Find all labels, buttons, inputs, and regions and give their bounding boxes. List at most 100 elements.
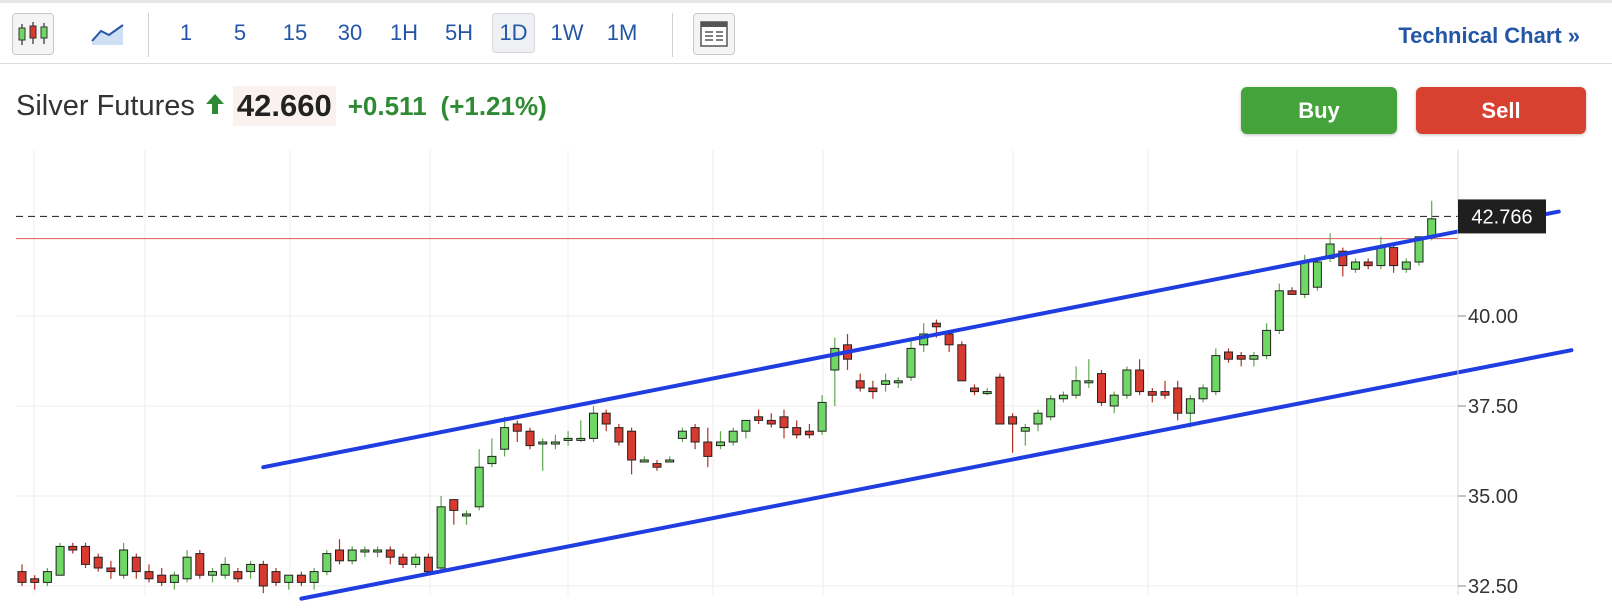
candle-body: [1046, 398, 1056, 418]
candle: [995, 373, 1005, 425]
candle: [347, 546, 357, 565]
candle-body: [538, 441, 548, 445]
candle: [106, 560, 116, 579]
candle-body: [411, 556, 421, 565]
candle: [335, 539, 344, 565]
candle: [1249, 352, 1259, 367]
candle: [563, 431, 573, 446]
candle: [1033, 409, 1043, 432]
candle-body: [830, 347, 840, 371]
candle-body: [17, 571, 27, 583]
candle: [474, 449, 484, 511]
candle-body: [1224, 351, 1233, 360]
candle: [144, 564, 154, 583]
candle-body: [754, 416, 764, 421]
candle-body: [1135, 369, 1145, 393]
candle-body: [931, 322, 941, 328]
candle-body: [322, 553, 332, 573]
candle: [1008, 413, 1018, 453]
candle: [512, 420, 522, 442]
candle-body: [93, 556, 103, 569]
candle: [690, 424, 700, 450]
candle-body: [347, 549, 357, 562]
candle: [1376, 236, 1386, 270]
candle: [550, 434, 560, 450]
candle-body: [1058, 394, 1068, 400]
candlestick-icon[interactable]: [12, 13, 54, 55]
interval-1w[interactable]: 1W: [544, 13, 590, 53]
candle: [576, 420, 586, 442]
candle-body: [512, 423, 522, 432]
candle: [881, 373, 891, 392]
candle-body: [525, 430, 535, 447]
layout-icon[interactable]: [693, 13, 735, 55]
interval-1h[interactable]: 1H: [381, 13, 427, 53]
candle-body: [614, 427, 624, 443]
candle-body: [487, 455, 497, 465]
candle: [779, 409, 789, 439]
candle-body: [1109, 394, 1119, 407]
interval-5h[interactable]: 5H: [435, 13, 483, 53]
trendlines: [261, 209, 1574, 601]
price-chart[interactable]: 40.00 37.50 35.00 32.50 42.766: [0, 150, 1612, 610]
double-chevron-right-icon: »: [1567, 23, 1580, 48]
candle-body: [970, 387, 979, 393]
candle-body: [335, 549, 344, 562]
candle-body: [208, 571, 217, 576]
y-axis-label: 32.50: [1468, 576, 1518, 598]
y-axis-label: 37.50: [1468, 396, 1518, 418]
candle-body: [246, 563, 256, 573]
candle: [208, 568, 217, 583]
area-chart-icon[interactable]: [86, 13, 130, 53]
interval-1d[interactable]: 1D: [492, 13, 535, 53]
candle-body: [652, 463, 662, 468]
candle: [68, 542, 78, 554]
price-tag-label: 42.766: [1471, 206, 1532, 228]
candle: [1122, 366, 1132, 399]
candle-body: [690, 427, 700, 443]
interval-5[interactable]: 5: [220, 13, 260, 53]
candle: [220, 557, 230, 579]
candle-body: [106, 567, 116, 573]
technical-chart-link[interactable]: Technical Chart »: [1398, 23, 1580, 49]
candle-body: [1020, 427, 1030, 432]
instrument-name: Silver Futures: [16, 89, 195, 122]
interval-30[interactable]: 30: [327, 13, 373, 53]
price-change: +0.511: [347, 90, 427, 121]
candle-body: [398, 556, 408, 565]
candle-body: [42, 571, 52, 583]
candle-body: [220, 563, 230, 576]
candle-body: [373, 549, 383, 553]
candle-body: [385, 549, 395, 558]
candle: [677, 427, 687, 442]
candle-body: [982, 391, 992, 395]
candle: [970, 384, 979, 396]
interval-15[interactable]: 15: [272, 13, 318, 53]
candle: [1287, 287, 1297, 295]
candle-body: [957, 344, 967, 382]
candle-body: [881, 380, 891, 385]
quote-header: Silver Futures 42.660 +0.511 (+1.21%): [16, 86, 547, 126]
candle: [792, 420, 802, 439]
candle: [906, 337, 916, 381]
candle: [601, 409, 611, 432]
interval-1[interactable]: 1: [166, 13, 206, 53]
interval-1m[interactable]: 1M: [599, 13, 645, 53]
candle: [1262, 323, 1272, 360]
candle-body: [1173, 387, 1183, 414]
candle: [93, 553, 103, 572]
candle-body: [1287, 290, 1297, 295]
candle: [169, 571, 179, 590]
candle-body: [1401, 261, 1411, 270]
buy-button[interactable]: Buy: [1241, 87, 1397, 134]
sell-button[interactable]: Sell: [1416, 87, 1586, 134]
candle-body: [1097, 373, 1106, 403]
candle: [766, 413, 776, 428]
candle: [385, 546, 395, 565]
candle: [131, 553, 141, 579]
technical-chart-label: Technical Chart: [1398, 23, 1562, 48]
chart-toolbar: 1 5 15 30 1H 5H 1D 1W 1M Technical Chart…: [0, 3, 1612, 64]
candle: [1058, 391, 1068, 403]
candle: [1160, 380, 1170, 399]
candle-body: [639, 459, 649, 463]
